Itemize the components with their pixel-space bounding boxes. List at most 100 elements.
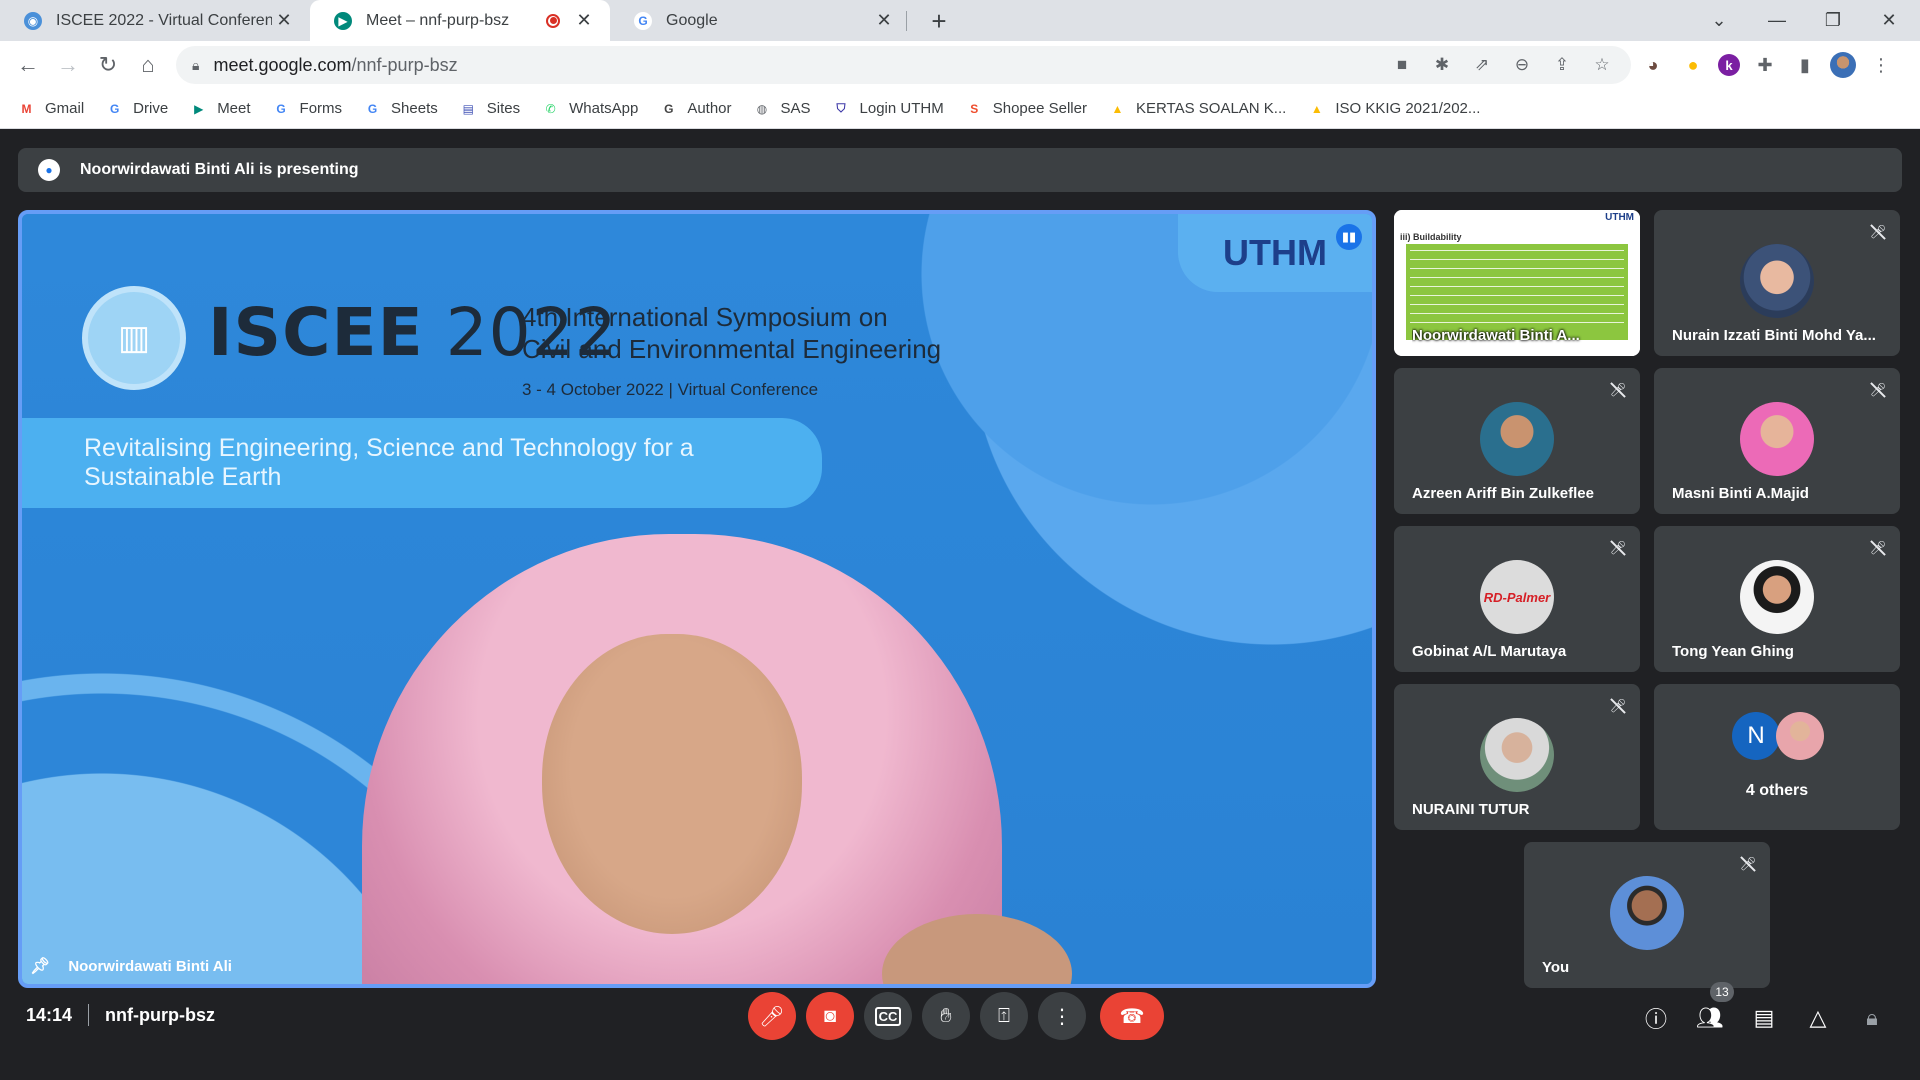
presenter-video bbox=[322, 494, 1082, 984]
others-label: 4 others bbox=[1745, 782, 1809, 799]
leave-call-button[interactable]: ☎︎ bbox=[1100, 992, 1164, 1040]
mic-blocked-icon[interactable]: ✱ bbox=[1431, 54, 1453, 76]
participant-tile[interactable]: 🎤︎ Azreen Ariff Bin Zulkeflee bbox=[1394, 368, 1640, 514]
bulb-extension-icon[interactable]: ● bbox=[1678, 50, 1708, 80]
chat-button[interactable]: ▤ bbox=[1744, 998, 1784, 1038]
bookmark-item[interactable]: G Author bbox=[660, 100, 731, 117]
address-bar[interactable]: 🔒︎ meet.google.com/nnf-purp-bsz ■ ✱ ⇗ ⊖ … bbox=[176, 46, 1631, 84]
presentation-tile[interactable]: iii) Buildability UTHM Noorwirdawati Bin… bbox=[1394, 210, 1640, 356]
captions-button[interactable]: CC bbox=[864, 992, 912, 1040]
bookmark-item[interactable]: ▶ Meet bbox=[190, 100, 250, 117]
close-icon[interactable]: ✕ bbox=[872, 10, 896, 31]
participant-count-badge: 13 bbox=[1710, 982, 1734, 1002]
mic-off-icon: 🎤︎ bbox=[1606, 694, 1630, 718]
tab-google[interactable]: G Google ✕ bbox=[610, 0, 910, 41]
close-icon[interactable]: ✕ bbox=[272, 10, 296, 31]
side-panel-icon[interactable]: ▮ bbox=[1790, 50, 1820, 80]
bookmark-item[interactable]: ▲ ISO KKIG 2021/202... bbox=[1308, 100, 1481, 117]
participant-tile[interactable]: 🎤︎ Tong Yean Ghing bbox=[1654, 526, 1900, 672]
bookmark-label: Drive bbox=[133, 100, 169, 117]
slide-symposium-line2: Civil and Environmental Engineering bbox=[522, 334, 942, 364]
share-icon[interactable]: ⇪ bbox=[1551, 54, 1573, 76]
participant-tile[interactable]: 🎤︎ Nurain Izzati Binti Mohd Ya... bbox=[1654, 210, 1900, 356]
lock-person-icon: 🔒︎ bbox=[1866, 1005, 1878, 1030]
restore-icon[interactable]: ❐ bbox=[1808, 0, 1858, 41]
participant-tile[interactable]: 🎤︎ NURAINI TUTUR bbox=[1394, 684, 1640, 830]
mic-off-icon: 🎤︎ bbox=[1866, 378, 1890, 402]
forward-arrow-icon[interactable]: → bbox=[52, 49, 84, 81]
bookmark-item[interactable]: G Sheets bbox=[364, 100, 438, 117]
camera-icon[interactable]: ■ bbox=[1391, 54, 1413, 76]
avatar bbox=[1740, 402, 1814, 476]
k-extension-icon[interactable]: k bbox=[1718, 54, 1740, 76]
mic-off-icon: 🎤︎ bbox=[759, 1005, 785, 1028]
bookmark-item[interactable]: ⛉ Login UTHM bbox=[833, 100, 944, 117]
bookmark-item[interactable]: S Shopee Seller bbox=[966, 100, 1087, 117]
close-icon[interactable]: ✕ bbox=[572, 10, 596, 31]
presentation-slide-heading: iii) Buildability bbox=[1400, 232, 1462, 242]
bookmark-item[interactable]: M Gmail bbox=[18, 100, 85, 117]
bookmark-item[interactable]: ◍ SAS bbox=[754, 100, 811, 117]
chat-icon: ▤ bbox=[1753, 1005, 1775, 1030]
drive-icon: ▲ bbox=[1111, 101, 1124, 116]
meeting-code: nnf-purp-bsz bbox=[105, 1004, 216, 1025]
bookmark-item[interactable]: G Forms bbox=[273, 100, 342, 117]
bookmark-item[interactable]: G Drive bbox=[106, 100, 168, 117]
puzzle-extensions-icon[interactable]: ✚ bbox=[1750, 50, 1780, 80]
home-icon[interactable]: ⌂ bbox=[132, 49, 164, 81]
meet-icon: ▶ bbox=[194, 101, 204, 116]
window-close-icon[interactable]: ✕ bbox=[1864, 0, 1914, 41]
reload-icon[interactable]: ↻ bbox=[92, 49, 124, 81]
mic-toggle-button[interactable]: 🎤︎ bbox=[748, 992, 796, 1040]
recording-icon bbox=[546, 13, 560, 28]
others-tile[interactable]: N 4 others bbox=[1654, 684, 1900, 830]
iscee-favicon-icon: ◉ bbox=[24, 11, 42, 30]
profile-avatar[interactable] bbox=[1830, 52, 1856, 78]
bookmark-item[interactable]: ▲ KERTAS SOALAN K... bbox=[1109, 100, 1287, 117]
participant-name: Azreen Ariff Bin Zulkeflee bbox=[1412, 485, 1594, 502]
zoom-icon[interactable]: ⊖ bbox=[1511, 54, 1533, 76]
others-avatars: N bbox=[1732, 712, 1824, 760]
new-tab-button[interactable]: + bbox=[922, 4, 956, 38]
shield-icon: ⛉ bbox=[836, 101, 846, 115]
tab-title: ISCEE 2022 - Virtual Conference bbox=[56, 11, 272, 29]
host-controls-button[interactable]: 🔒︎ bbox=[1852, 998, 1892, 1038]
google-icon: G bbox=[276, 101, 286, 116]
bookmark-item[interactable]: ✆ WhatsApp bbox=[542, 100, 639, 117]
activities-button[interactable]: △ bbox=[1798, 998, 1838, 1038]
tab-search-chevron-icon[interactable]: ⌄ bbox=[1694, 0, 1744, 41]
mic-off-icon: 🎤︎ bbox=[1866, 220, 1890, 244]
pin-icon[interactable]: 📌︎ bbox=[30, 956, 50, 976]
back-arrow-icon[interactable]: ← bbox=[12, 49, 44, 81]
slide-date-line: 3 - 4 October 2022 | Virtual Conference bbox=[522, 380, 819, 399]
present-screen-icon: ⍐ bbox=[998, 1004, 1010, 1027]
raise-hand-button[interactable]: ✋︎ bbox=[922, 992, 970, 1040]
tab-meet[interactable]: ▶ Meet – nnf-purp-bsz ✕ bbox=[310, 0, 610, 41]
main-video-tile[interactable]: ▥ ISCEE 2022 4th International Symposium… bbox=[18, 210, 1376, 988]
people-button[interactable]: 👥︎ bbox=[1690, 998, 1730, 1038]
participant-tile[interactable]: 🎤︎ RD-Palmer Gobinat A/L Marutaya bbox=[1394, 526, 1640, 672]
hand-icon: ✋︎ bbox=[940, 1004, 952, 1027]
more-options-button[interactable]: ⋮ bbox=[1038, 992, 1086, 1040]
bookmark-item[interactable]: ▤ Sites bbox=[460, 100, 521, 117]
minimize-icon[interactable]: — bbox=[1752, 0, 1802, 41]
present-now-button[interactable]: ⍐ bbox=[980, 992, 1028, 1040]
star-bookmark-icon[interactable]: ☆ bbox=[1591, 54, 1613, 76]
people-icon: 👥︎ bbox=[1696, 1005, 1724, 1030]
lock-icon[interactable]: 🔒︎ bbox=[192, 57, 199, 74]
tab-iscee[interactable]: ◉ ISCEE 2022 - Virtual Conference ✕ bbox=[0, 0, 310, 41]
self-tile[interactable]: 🎤︎ You bbox=[1524, 842, 1770, 988]
activities-icon: △ bbox=[1809, 1005, 1827, 1030]
open-in-new-icon[interactable]: ⇗ bbox=[1471, 54, 1493, 76]
iscee-logo-icon: ▥ bbox=[82, 286, 186, 390]
owl-extension-icon[interactable]: ◕ bbox=[1638, 50, 1668, 80]
camera-toggle-button[interactable]: ◙ bbox=[806, 992, 854, 1040]
participant-tile[interactable]: 🎤︎ Masni Binti A.Majid bbox=[1654, 368, 1900, 514]
bookmark-label: ISO KKIG 2021/202... bbox=[1335, 100, 1481, 117]
meeting-details-button[interactable]: ⓘ bbox=[1636, 998, 1676, 1038]
bookmark-label: KERTAS SOALAN K... bbox=[1135, 100, 1287, 117]
more-vert-icon[interactable]: ⋮ bbox=[1866, 50, 1896, 80]
bookmark-label: Meet bbox=[217, 100, 251, 117]
sites-icon: ▤ bbox=[462, 101, 474, 116]
bookmark-label: Shopee Seller bbox=[992, 100, 1087, 117]
